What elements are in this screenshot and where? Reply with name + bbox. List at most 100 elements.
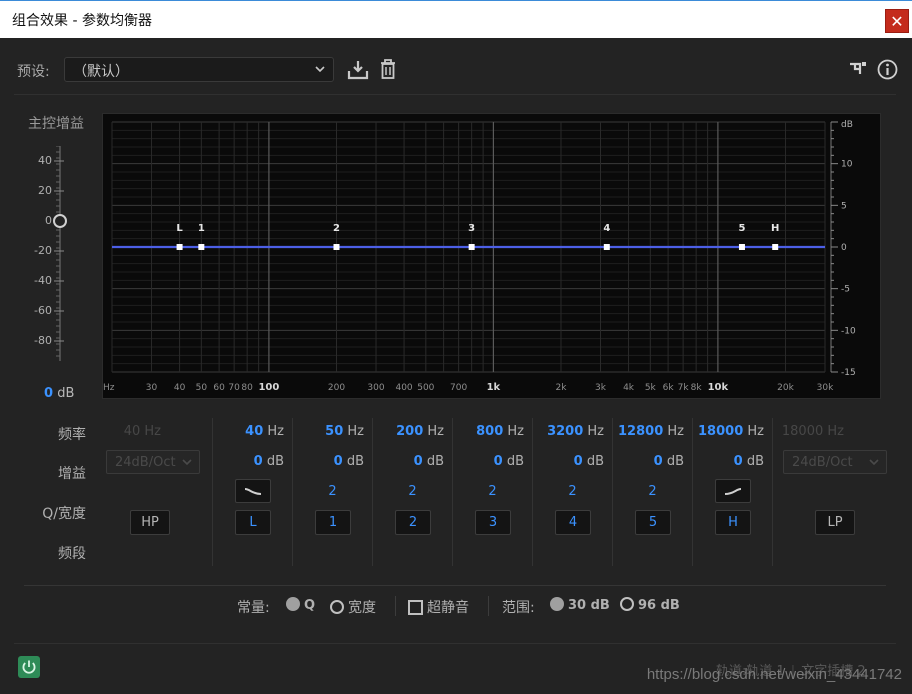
y-axis-tick-label: 10: [841, 160, 853, 170]
row-label-band: 频段: [58, 546, 86, 562]
lp-slope-dropdown[interactable]: 24dB/Oct: [783, 450, 887, 474]
band3-frequency[interactable]: 800 Hz: [476, 424, 524, 439]
range-96db-radio[interactable]: 96 dB: [620, 597, 680, 613]
row-label-q: Q/宽度: [42, 506, 86, 522]
ultra-quiet-checkbox[interactable]: 超静音: [408, 597, 469, 617]
band1-button[interactable]: 1: [315, 510, 351, 535]
divider: [24, 585, 886, 586]
x-axis-tick-label: 700: [450, 383, 467, 393]
band-5-column: 12800 Hz 0 dB 2 5: [612, 418, 692, 566]
trash-icon[interactable]: [379, 58, 397, 80]
band1-frequency[interactable]: 50 Hz: [325, 424, 364, 439]
y-axis-tick-label: -15: [841, 368, 856, 378]
master-gain-tick-label: -80: [34, 334, 52, 347]
band2-frequency[interactable]: 200 Hz: [396, 424, 444, 439]
divider: [14, 643, 896, 644]
master-gain-value[interactable]: 0 dB: [44, 386, 74, 401]
band2-q[interactable]: 2: [373, 484, 452, 499]
high-shelf-shape-button[interactable]: [715, 479, 751, 503]
power-toggle-button[interactable]: [18, 656, 40, 678]
eq-node-handle[interactable]: [198, 244, 205, 250]
h-band-button[interactable]: H: [715, 510, 751, 535]
eq-graph-svg[interactable]: Hz 30 40 50 60 70 80 100 200 300 400 500 700 1k 2k 3k 4k…: [103, 114, 882, 400]
chevron-down-icon: [182, 459, 192, 466]
x-axis-tick-label: 7k: [678, 383, 690, 393]
x-axis-tick-label: 20k: [777, 383, 794, 393]
y-axis-tick-label: -10: [841, 326, 856, 336]
eq-node-label: 1: [198, 223, 205, 234]
low-shelf-shape-button[interactable]: [235, 479, 271, 503]
close-button[interactable]: ✕: [885, 9, 909, 33]
band1-gain[interactable]: 0 dB: [334, 454, 364, 469]
hp-slope-dropdown[interactable]: 24dB/Oct: [106, 450, 200, 474]
master-gain-tick-label: 40: [38, 154, 52, 167]
eq-graph[interactable]: Hz 30 40 50 60 70 80 100 200 300 400 500 700 1k 2k 3k 4k…: [102, 113, 881, 399]
eq-node-handle[interactable]: [738, 244, 745, 250]
lp-frequency[interactable]: 18000 Hz: [782, 424, 844, 439]
hp-frequency[interactable]: 40 Hz: [124, 424, 161, 439]
h-gain[interactable]: 0 dB: [734, 454, 764, 469]
info-icon[interactable]: [877, 59, 898, 80]
x-axis-tick-label: 30: [146, 383, 158, 393]
x-axis-tick-label: 400: [395, 383, 412, 393]
x-axis-tick-label: 200: [328, 383, 345, 393]
x-axis-tick-label: 100: [258, 382, 279, 393]
eq-node-handle[interactable]: [772, 244, 779, 250]
band5-frequency[interactable]: 12800 Hz: [618, 424, 684, 439]
x-axis-tick-label: 70: [228, 383, 240, 393]
eq-node-label: 3: [468, 223, 475, 234]
master-gain-tick-label: 0: [45, 214, 52, 227]
title-bar: 组合效果 - 参数均衡器 ✕: [0, 0, 912, 38]
constant-label: 常量:: [237, 600, 270, 616]
x-axis-tick-label: 300: [367, 383, 384, 393]
window-title: 组合效果 - 参数均衡器: [12, 13, 152, 29]
band5-q[interactable]: 2: [613, 484, 692, 499]
x-axis-tick-label: 1k: [487, 382, 501, 393]
range-30db-radio[interactable]: 30 dB: [550, 597, 610, 613]
l-gain[interactable]: 0 dB: [254, 454, 284, 469]
h-frequency[interactable]: 18000 Hz: [698, 424, 764, 439]
band4-q[interactable]: 2: [533, 484, 612, 499]
eq-node-label: 4: [603, 223, 610, 234]
y-axis-tick-label: 0: [841, 243, 847, 253]
y-axis-tick-label: -5: [841, 285, 850, 295]
separator: [488, 596, 489, 616]
eq-node-handle[interactable]: [603, 244, 610, 250]
band4-gain[interactable]: 0 dB: [574, 454, 604, 469]
power-icon: [22, 660, 36, 674]
eq-node-label: 5: [738, 223, 745, 234]
routing-icon[interactable]: [848, 59, 868, 79]
constant-q-radio[interactable]: Q: [286, 597, 315, 613]
preset-value: （默认）: [73, 64, 129, 80]
preset-dropdown[interactable]: （默认）: [64, 57, 334, 82]
x-axis-tick-label: 4k: [623, 383, 635, 393]
eq-node-handle[interactable]: [176, 244, 183, 250]
band2-gain[interactable]: 0 dB: [414, 454, 444, 469]
x-axis-tick-label: 2k: [556, 383, 568, 393]
radio-selected-icon: [286, 597, 300, 611]
separator: [395, 596, 396, 616]
l-frequency[interactable]: 40 Hz: [245, 424, 284, 439]
band-3-column: 800 Hz 0 dB 2 3: [452, 418, 532, 566]
band5-gain[interactable]: 0 dB: [654, 454, 684, 469]
lp-band-button[interactable]: LP: [815, 510, 855, 535]
l-band-button[interactable]: L: [235, 510, 271, 535]
band3-gain[interactable]: 0 dB: [494, 454, 524, 469]
x-axis-tick-label: 40: [174, 383, 186, 393]
hp-band-button[interactable]: HP: [130, 510, 170, 535]
band3-button[interactable]: 3: [475, 510, 511, 535]
save-preset-icon[interactable]: [347, 59, 369, 81]
master-gain-label: 主控增益: [28, 116, 84, 132]
x-axis-tick-label: 500: [417, 383, 434, 393]
eq-node-handle[interactable]: [333, 244, 340, 250]
master-gain-slider[interactable]: [50, 146, 70, 366]
band3-q[interactable]: 2: [453, 484, 532, 499]
constant-width-radio[interactable]: 宽度: [330, 597, 376, 617]
band4-frequency[interactable]: 3200 Hz: [547, 424, 604, 439]
band2-button[interactable]: 2: [395, 510, 431, 535]
band1-q[interactable]: 2: [293, 484, 372, 499]
band4-button[interactable]: 4: [555, 510, 591, 535]
master-gain-tick-label: 20: [38, 184, 52, 197]
eq-node-handle[interactable]: [468, 244, 475, 250]
band5-button[interactable]: 5: [635, 510, 671, 535]
